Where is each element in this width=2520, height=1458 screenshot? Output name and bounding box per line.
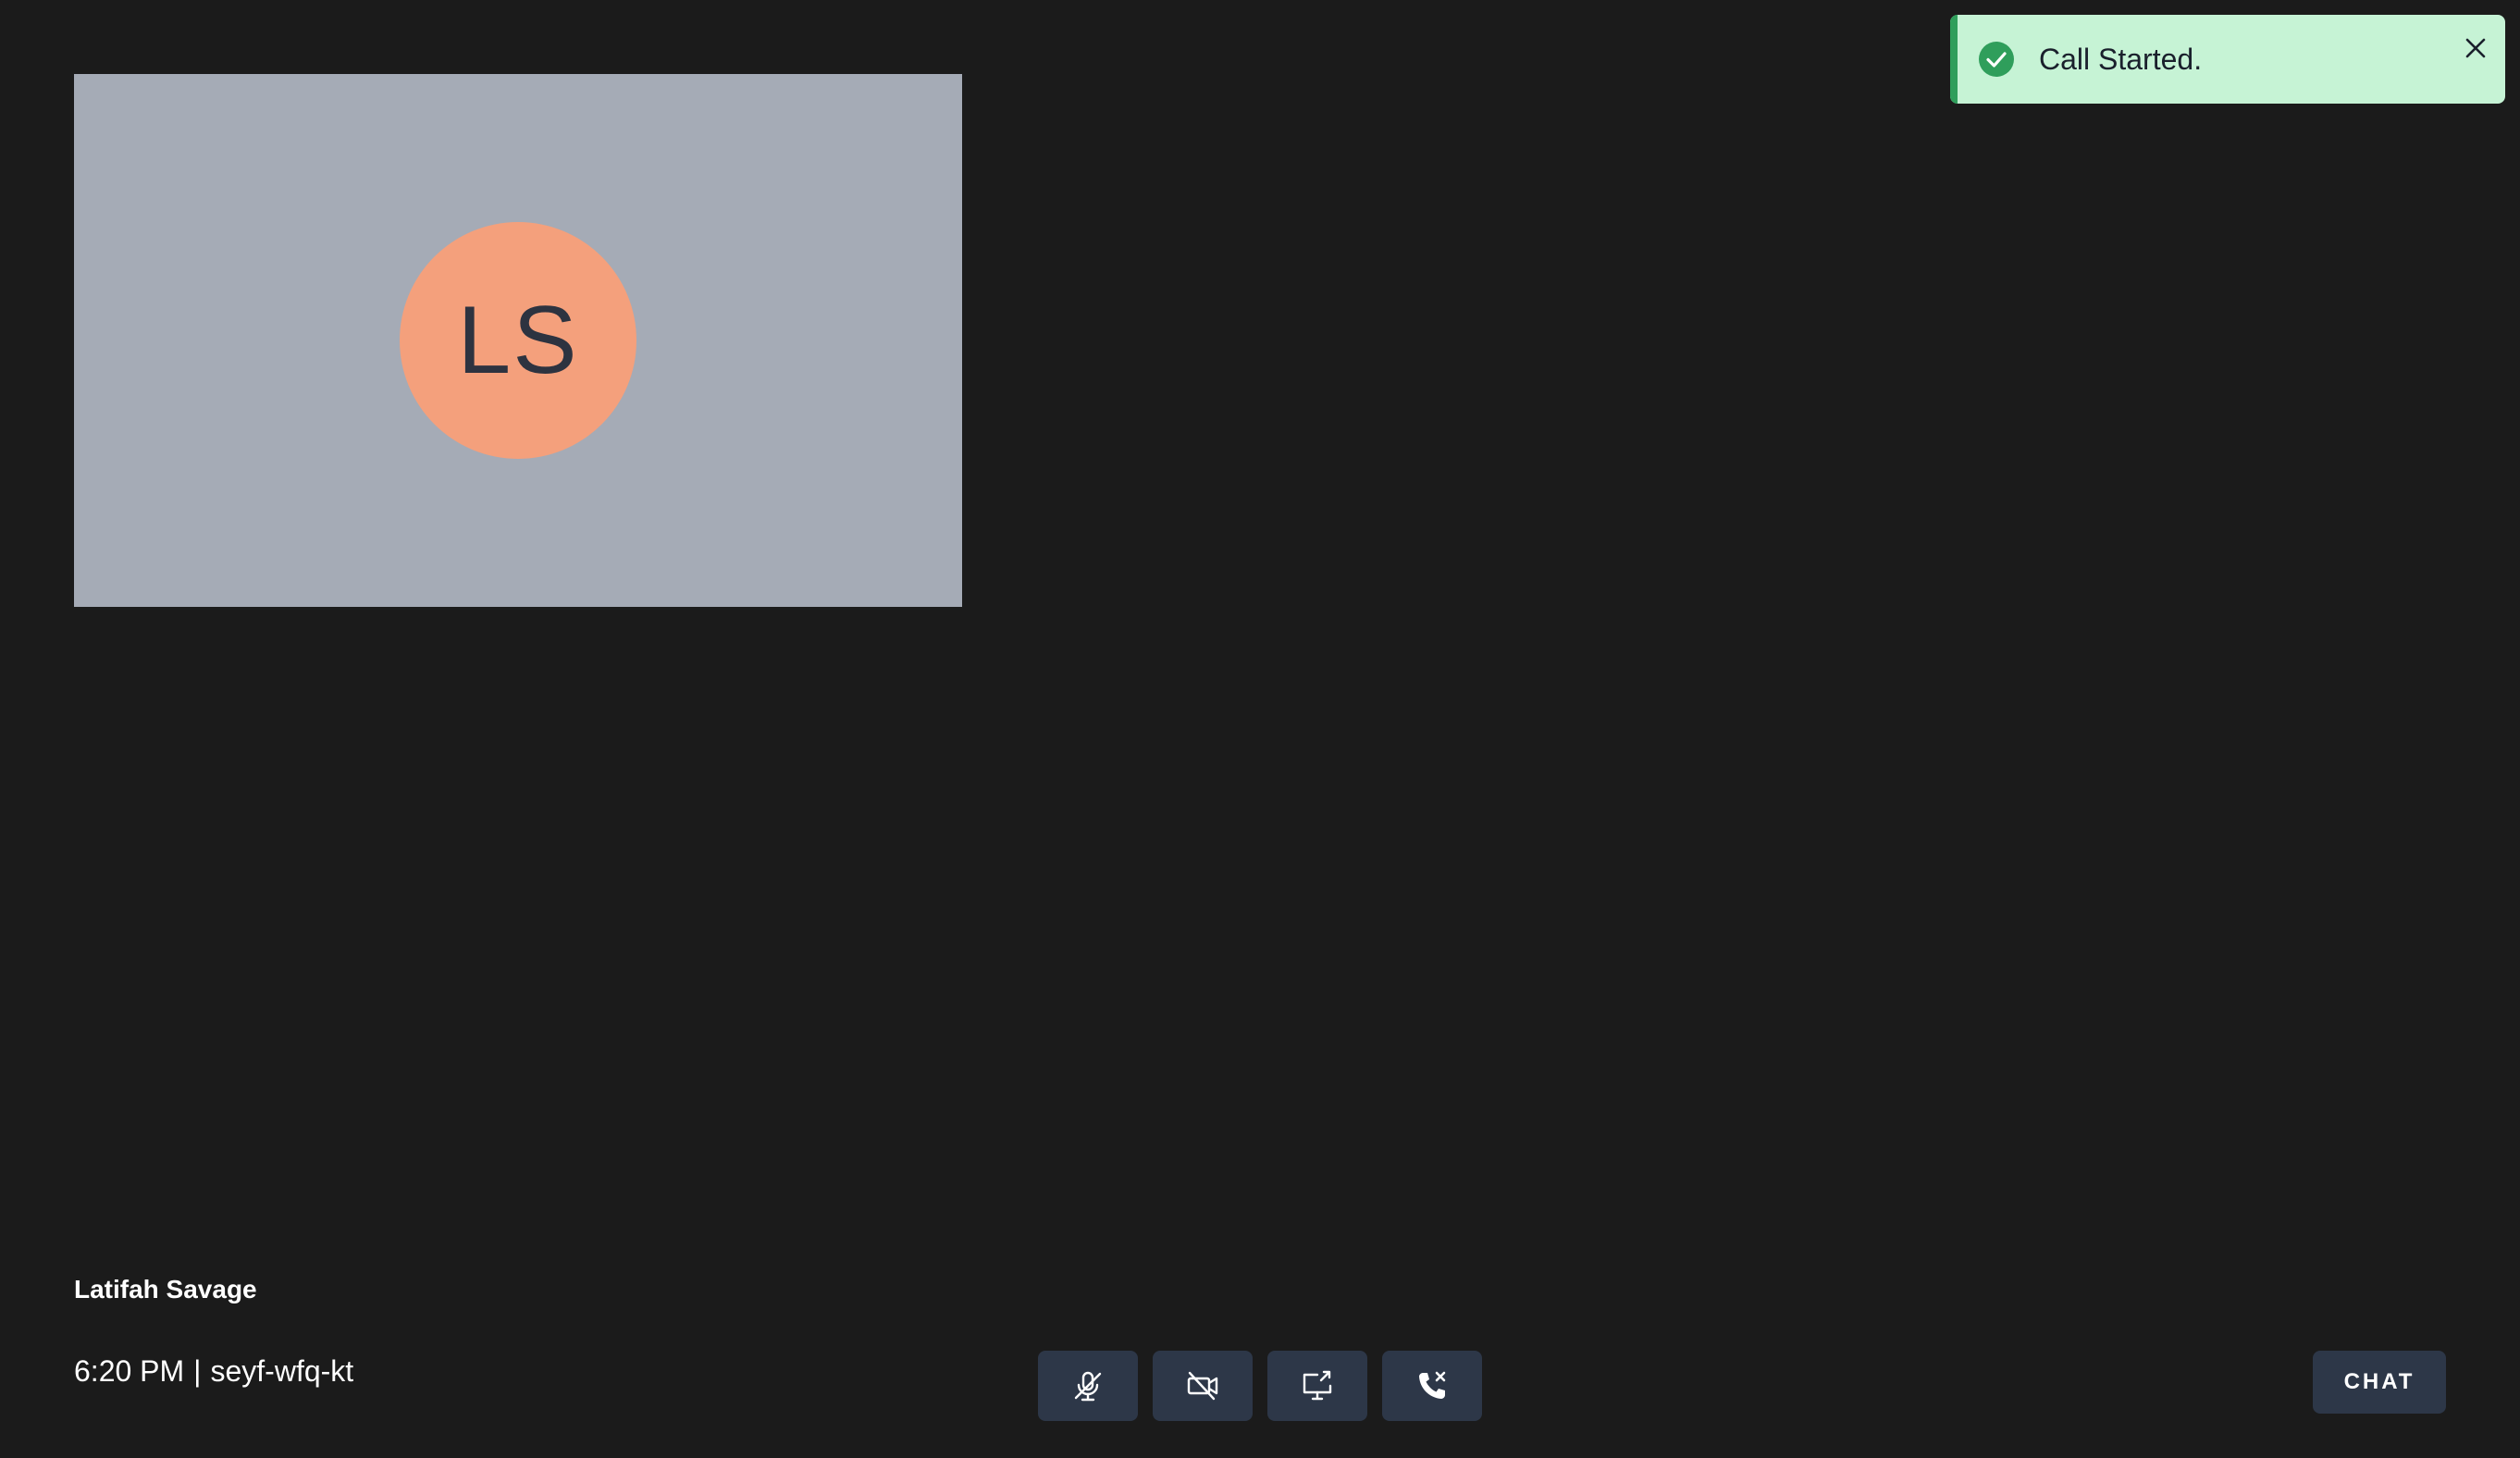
end-call-button[interactable] (1382, 1351, 1482, 1421)
call-controls (1038, 1351, 1482, 1421)
participant-name: Latifah Savage (74, 1275, 257, 1304)
toast-notification: Call Started. (1950, 15, 2505, 104)
phone-hangup-icon[interactable] (1414, 1367, 1451, 1404)
share-screen-button[interactable] (1267, 1351, 1367, 1421)
toast-close-button[interactable] (2455, 28, 2496, 68)
participant-video-tile: LS (74, 74, 962, 607)
avatar-initials: LS (457, 286, 579, 394)
close-icon[interactable] (2464, 37, 2487, 59)
check-circle-icon (1979, 42, 2014, 77)
meeting-code: seyf-wfq-kt (210, 1354, 354, 1388)
chat-button[interactable]: CHAT (2313, 1351, 2446, 1414)
meeting-time: 6:20 PM (74, 1354, 185, 1388)
mute-microphone-button[interactable] (1038, 1351, 1138, 1421)
toast-accent-bar (1950, 15, 1958, 104)
call-screen: LS Call Started. Latifah Savage 6:20 PM … (0, 0, 2520, 1458)
mic-off-icon[interactable] (1069, 1367, 1106, 1404)
meeting-separator: | (193, 1354, 202, 1388)
screen-share-icon[interactable] (1299, 1367, 1336, 1404)
toggle-camera-button[interactable] (1153, 1351, 1253, 1421)
video-off-icon[interactable] (1184, 1367, 1221, 1404)
toast-message: Call Started. (2039, 43, 2203, 76)
meeting-info: 6:20 PM | seyf-wfq-kt (74, 1354, 353, 1389)
participant-avatar: LS (400, 222, 636, 459)
